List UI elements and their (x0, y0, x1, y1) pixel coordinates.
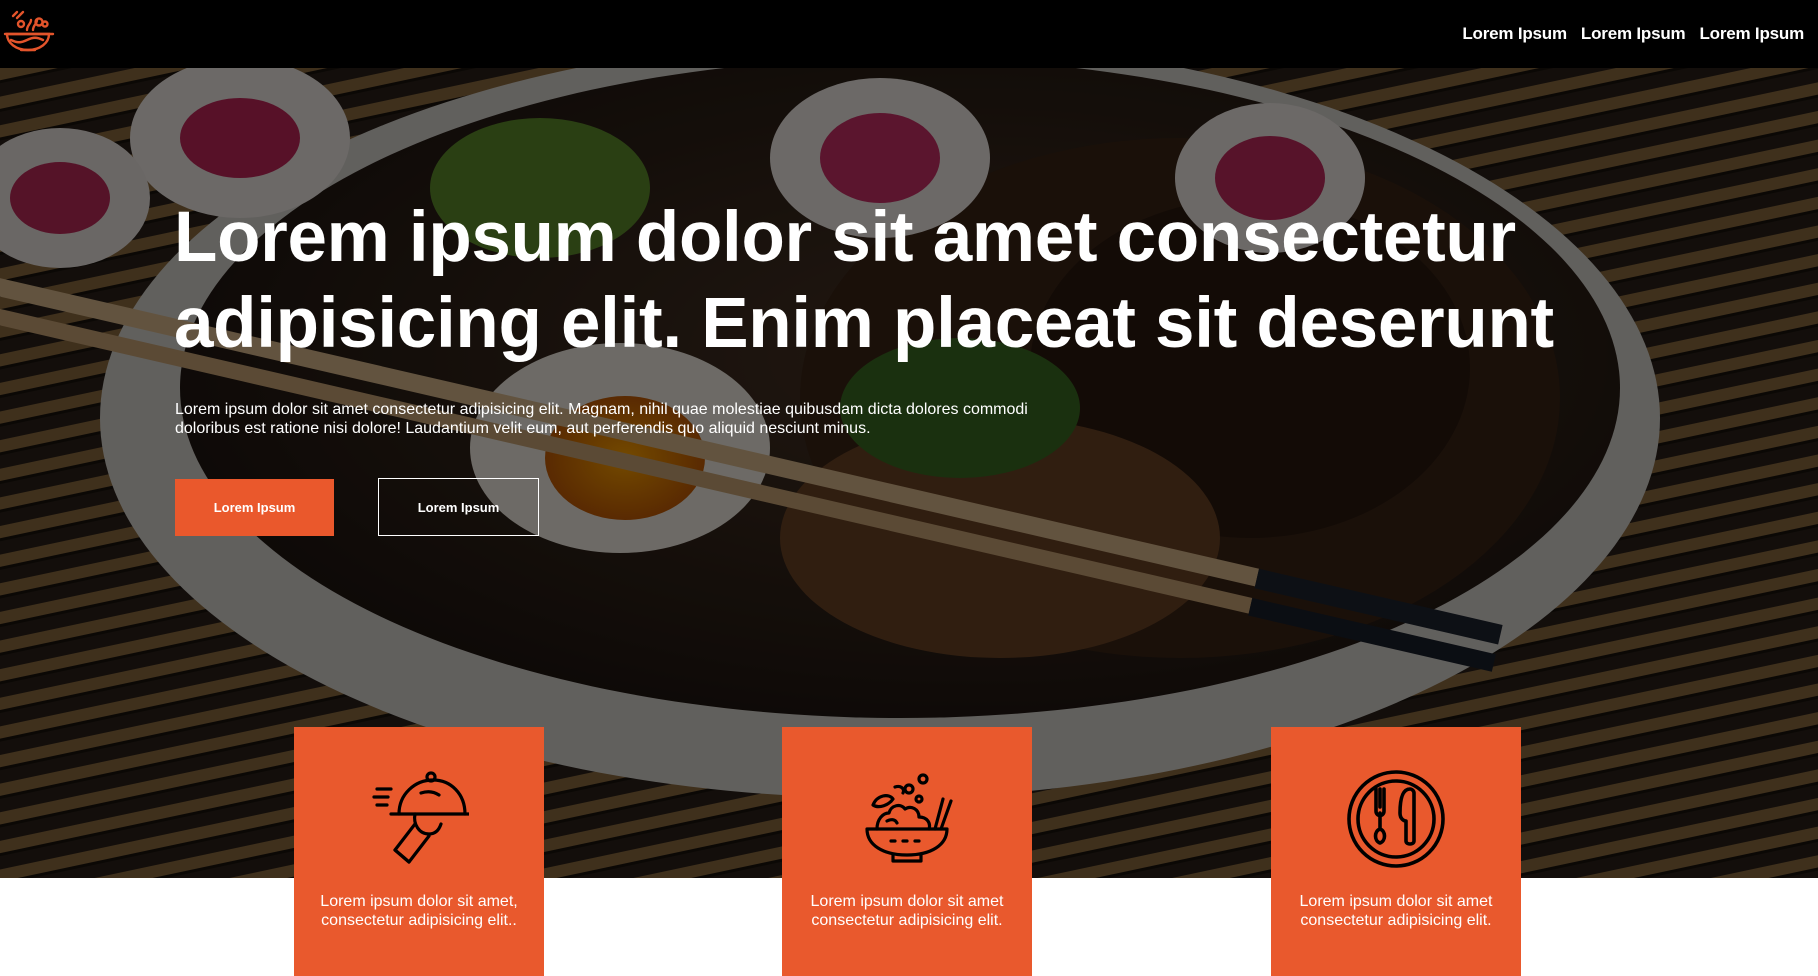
feature-card-text: Lorem ipsum dolor sit amet consectetur a… (1299, 893, 1493, 929)
fork-knife-plate-icon (1346, 769, 1446, 869)
hero-title: Lorem ipsum dolor sit amet consectetur a… (174, 198, 1554, 363)
nav-link-3[interactable]: Lorem Ipsum (1699, 24, 1804, 44)
hero-secondary-button[interactable]: Lorem Ipsum (378, 478, 539, 536)
feature-card-salad: Lorem ipsum dolor sit amet consectetur a… (782, 727, 1032, 976)
navbar: Lorem Ipsum Lorem Ipsum Lorem Ipsum (0, 0, 1818, 68)
hero-primary-button[interactable]: Lorem Ipsum (175, 479, 334, 536)
feature-card-text: Lorem ipsum dolor sit amet consectetur a… (810, 893, 1004, 929)
salad-bowl-icon (857, 769, 957, 869)
feature-card-delivery: Lorem ipsum dolor sit amet, consectetur … (294, 727, 544, 976)
nav-link-2[interactable]: Lorem Ipsum (1581, 24, 1686, 44)
nav-links: Lorem Ipsum Lorem Ipsum Lorem Ipsum (1462, 24, 1804, 44)
feature-card-text: Lorem ipsum dolor sit amet, consectetur … (320, 893, 518, 929)
hero-description: Lorem ipsum dolor sit amet consectetur a… (175, 401, 1028, 437)
nav-link-1[interactable]: Lorem Ipsum (1462, 24, 1567, 44)
food-delivery-cloche-icon (369, 769, 473, 869)
feature-card-dining: Lorem ipsum dolor sit amet consectetur a… (1271, 727, 1521, 976)
landing-page: Lorem Ipsum Lorem Ipsum Lorem Ipsum Lore… (0, 0, 1818, 976)
ramen-bowl-icon[interactable] (3, 8, 55, 58)
